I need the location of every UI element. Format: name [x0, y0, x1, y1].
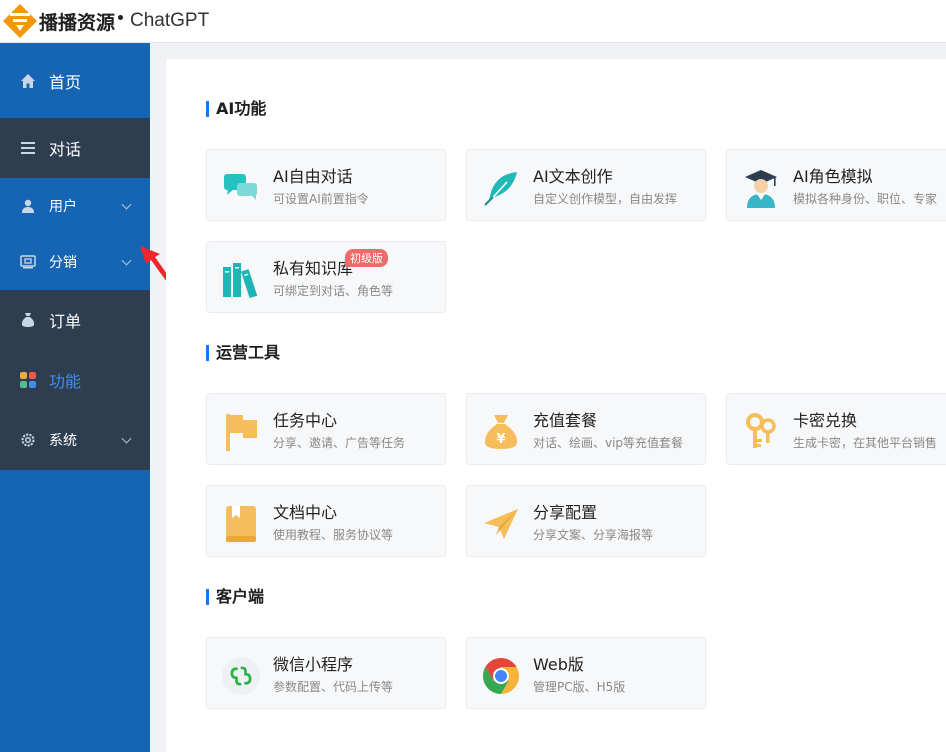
sidebar-item-orders[interactable]: 订单 — [0, 290, 150, 350]
brand-dot — [118, 14, 124, 20]
feather-icon — [481, 168, 521, 208]
version-badge: 初级版 — [345, 249, 388, 267]
sidebar-item-label: 系统 — [49, 433, 77, 449]
mini-program-icon — [221, 656, 261, 696]
card-desc: 可设置AI前置指令 — [273, 192, 369, 206]
card-wechat-mini-program[interactable]: 微信小程序 参数配置、代码上传等 — [206, 637, 446, 709]
card-title: 任务中心 — [273, 411, 338, 430]
sidebar-item-users[interactable]: 用户 — [0, 178, 150, 234]
sidebar-item-label: 功能 — [49, 372, 82, 391]
card-desc: 生成卡密，在其他平台销售 — [793, 436, 938, 450]
svg-text:¥: ¥ — [496, 432, 505, 447]
card-knowledge-base[interactable]: 私有知识库 初级版 可绑定到对话、角色等 — [206, 241, 446, 313]
card-desc: 分享、邀请、广告等任务 — [273, 436, 406, 450]
app-name: ChatGPT — [130, 10, 210, 31]
list-icon — [19, 139, 37, 157]
sidebar-item-chat[interactable]: 对话 — [0, 118, 150, 178]
money-bag-icon: ¥ — [481, 412, 521, 452]
card-recharge-packages[interactable]: ¥ 充值套餐 对话、绘画、vip等充值套餐 — [466, 393, 706, 465]
sidebar-item-distribution[interactable]: 分销 — [0, 234, 150, 290]
card-desc: 使用教程、服务协议等 — [273, 528, 394, 542]
card-title: 文档中心 — [273, 503, 338, 522]
card-task-center[interactable]: 任务中心 分享、邀请、广告等任务 — [206, 393, 446, 465]
card-desc: 可绑定到对话、角色等 — [273, 284, 394, 298]
user-icon — [19, 197, 37, 215]
top-header: 播播资源 ChatGPT — [0, 0, 946, 43]
sidebar-item-label: 用户 — [49, 199, 77, 215]
home-icon — [19, 72, 37, 90]
chevron-down-icon — [121, 199, 132, 210]
card-desc: 参数配置、代码上传等 — [273, 680, 394, 694]
sidebar-item-system[interactable]: 系统 — [0, 410, 150, 470]
graduate-icon — [741, 168, 781, 208]
logo-icon — [2, 3, 38, 39]
card-desc: 对话、绘画、vip等充值套餐 — [533, 436, 684, 450]
section-title-ops: 运营工具 — [206, 344, 280, 362]
card-web-version[interactable]: Web版 管理PC版、H5版 — [466, 637, 706, 709]
section-title-client: 客户端 — [206, 588, 264, 606]
paper-plane-icon — [481, 504, 521, 544]
card-desc: 模拟各种身份、职位、专家 — [793, 192, 938, 206]
sidebar-item-label: 订单 — [49, 312, 82, 331]
card-title: 分享配置 — [533, 503, 598, 522]
card-title: AI自由对话 — [273, 167, 353, 186]
card-share-config[interactable]: 分享配置 分享文案、分享海报等 — [466, 485, 706, 557]
card-title: 私有知识库 — [273, 259, 354, 278]
card-desc: 管理PC版、H5版 — [533, 680, 626, 694]
card-ai-roleplay[interactable]: AI角色模拟 模拟各种身份、职位、专家 — [726, 149, 946, 221]
brand-name: 播播资源 — [39, 11, 116, 34]
section-title-ai: AI功能 — [206, 100, 266, 118]
sidebar-item-features[interactable]: 功能 — [0, 350, 150, 410]
sidebar-item-label: 分销 — [49, 255, 77, 271]
chat-bubbles-icon — [221, 168, 261, 208]
distribution-icon — [19, 253, 37, 271]
card-title: AI角色模拟 — [793, 167, 873, 186]
card-desc: 分享文案、分享海报等 — [533, 528, 654, 542]
card-ai-chat[interactable]: AI自由对话 可设置AI前置指令 — [206, 149, 446, 221]
card-title: 微信小程序 — [273, 655, 354, 674]
grid-icon — [19, 371, 37, 389]
money-bag-icon — [19, 311, 37, 329]
card-title: Web版 — [533, 655, 584, 674]
keys-icon — [741, 412, 781, 452]
sidebar-item-home[interactable]: 首页 — [0, 43, 150, 118]
books-icon — [221, 260, 261, 300]
card-card-code-redeem[interactable]: 卡密兑换 生成卡密，在其他平台销售 — [726, 393, 946, 465]
gear-icon — [19, 431, 37, 449]
card-title: 卡密兑换 — [793, 411, 858, 430]
sidebar-item-label: 对话 — [49, 140, 82, 159]
document-icon — [221, 504, 261, 544]
sidebar: 首页 对话 用户 分销 订单 功能 系统 — [0, 43, 150, 752]
card-ai-writing[interactable]: AI文本创作 自定义创作模型，自由发挥 — [466, 149, 706, 221]
card-title: 充值套餐 — [533, 411, 598, 430]
chevron-down-icon — [121, 433, 132, 444]
flag-icon — [221, 412, 261, 452]
card-doc-center[interactable]: 文档中心 使用教程、服务协议等 — [206, 485, 446, 557]
main-content: AI功能 AI自由对话 可设置AI前置指令 AI文本创作 自定义创作模型，自由发… — [166, 59, 946, 752]
logo[interactable]: 播播资源 ChatGPT — [0, 3, 209, 39]
sidebar-item-label: 首页 — [49, 72, 82, 92]
chevron-down-icon — [121, 255, 132, 266]
chrome-icon — [481, 656, 521, 696]
card-desc: 自定义创作模型，自由发挥 — [533, 192, 678, 206]
card-title: AI文本创作 — [533, 167, 613, 186]
